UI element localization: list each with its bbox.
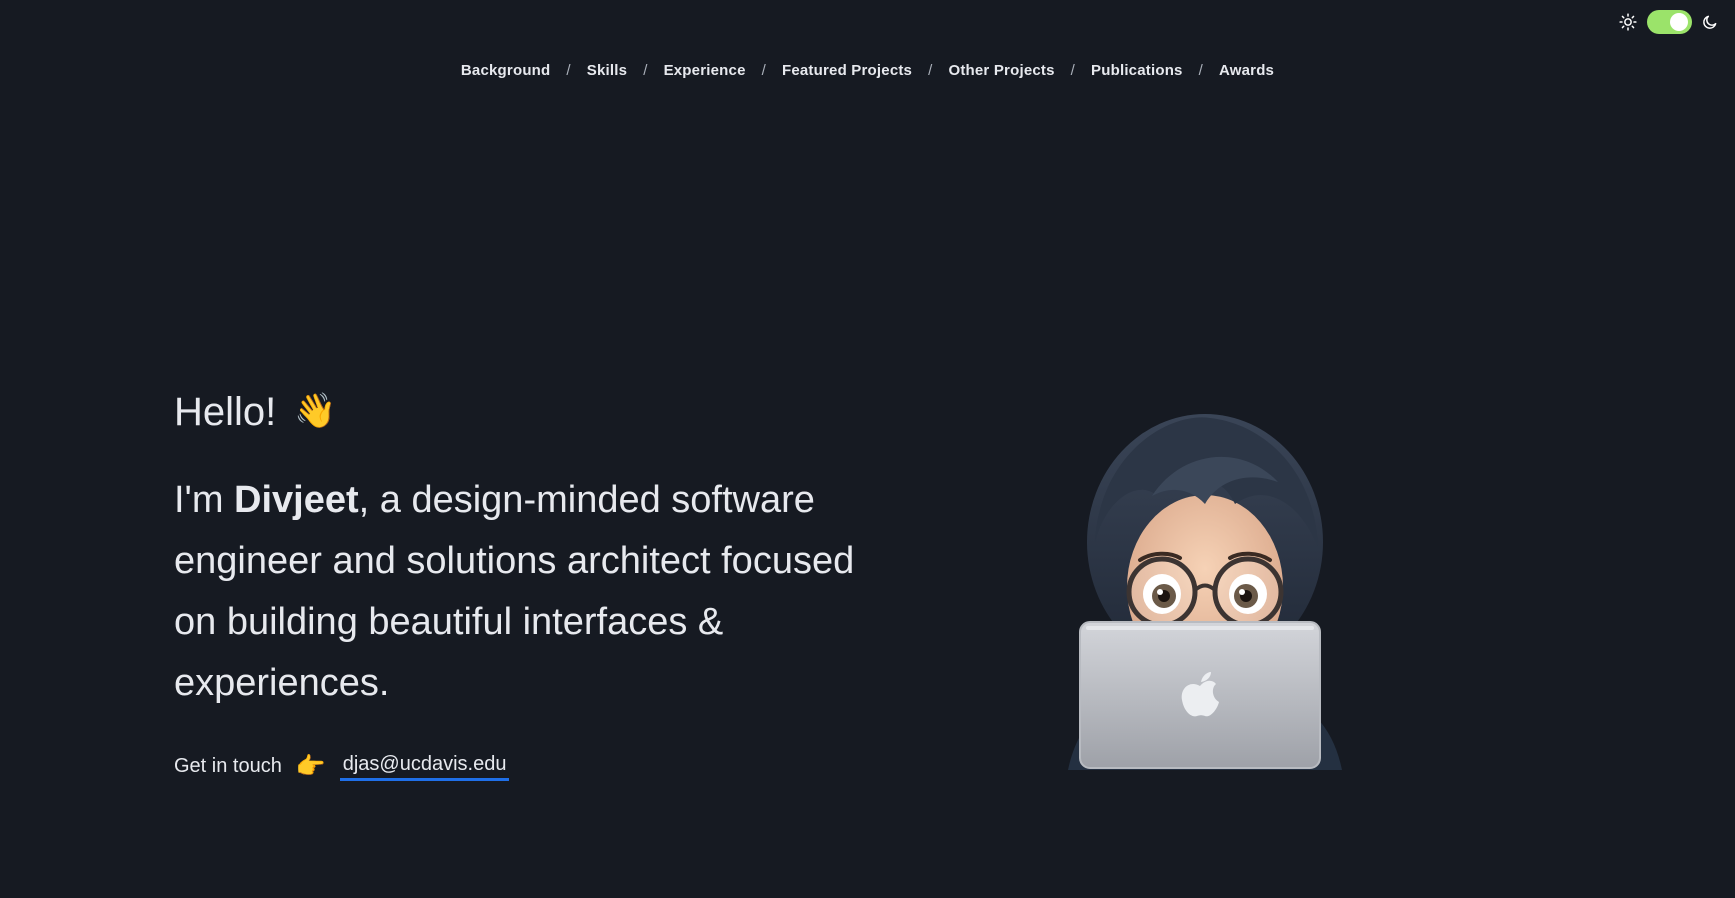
nav-separator: / [566,62,571,79]
theme-toggle-switch[interactable] [1647,10,1692,34]
intro-prefix: I'm [174,479,235,521]
nav-item-other-projects[interactable]: Other Projects [948,62,1054,79]
sun-icon[interactable] [1619,13,1637,31]
nav-separator: / [1070,62,1076,79]
email-link[interactable]: djas@ucdavis.edu [339,753,510,781]
greeting-heading: Hello! 👋 [174,390,894,434]
main-nav: Background / Skills / Experience / Featu… [0,62,1735,79]
nav-item-awards[interactable]: Awards [1219,62,1274,79]
toggle-knob [1670,13,1688,31]
contact-row: Get in touch 👉 djas@ucdavis.edu [174,752,894,781]
nav-item-experience[interactable]: Experience [664,62,746,79]
page: Background / Skills / Experience / Featu… [0,0,1735,898]
moon-icon[interactable] [1702,14,1718,30]
nav-separator: / [643,62,648,79]
nav-item-featured-projects[interactable]: Featured Projects [782,62,912,79]
pointing-hand-icon: 👉 [295,753,326,780]
theme-toggle [1619,10,1718,34]
person-name: Divjeet [234,479,359,521]
greeting-text: Hello! [174,390,277,434]
nav-separator: / [1198,62,1203,79]
nav-separator: / [928,62,933,79]
nav-item-skills[interactable]: Skills [587,62,627,79]
intro-paragraph: I'm Divjeet, a design-minded software en… [174,470,874,714]
memoji-with-laptop-icon [1060,412,1350,772]
nav-item-background[interactable]: Background [461,62,551,79]
contact-label: Get in touch [174,755,282,777]
nav-separator: / [761,62,766,79]
nav-item-publications[interactable]: Publications [1091,62,1183,79]
waving-hand-icon: 👋 [294,392,337,431]
hero-section: Hello! 👋 I'm Divjeet, a design-minded so… [174,390,894,781]
